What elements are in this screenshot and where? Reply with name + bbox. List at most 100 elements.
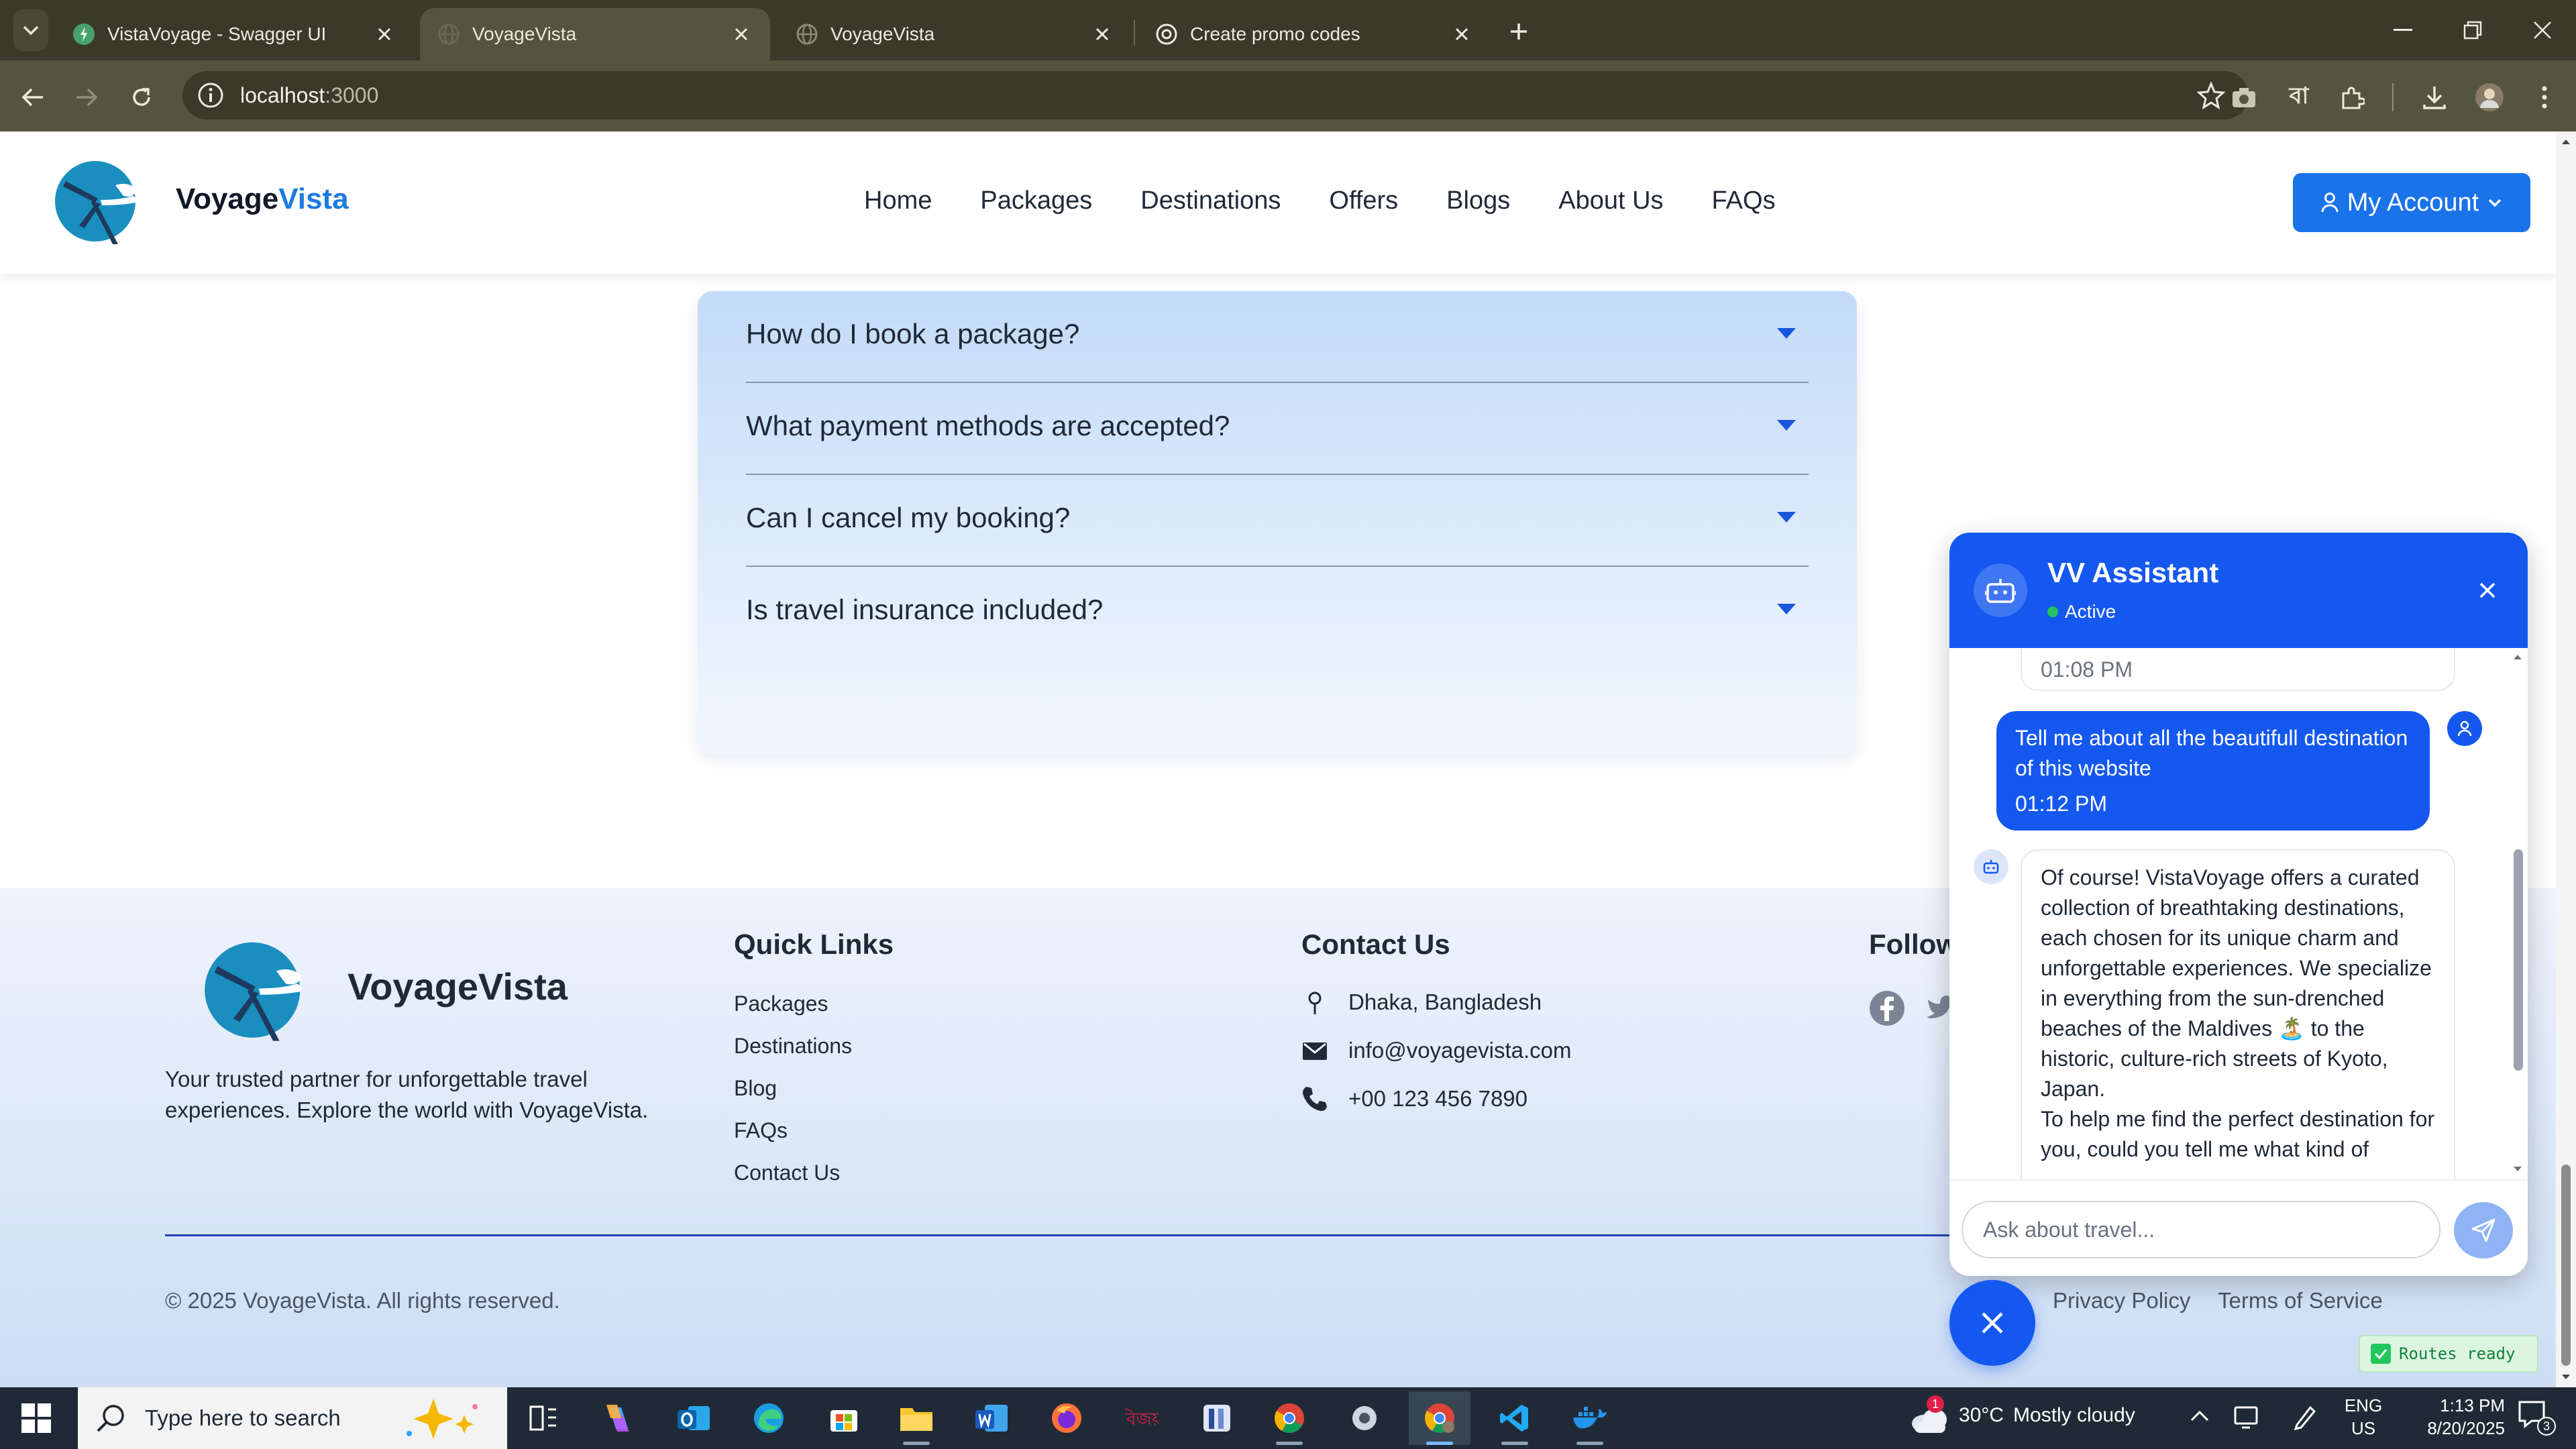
forward-button[interactable] [66, 76, 107, 118]
phone-icon [1303, 1087, 1327, 1112]
tab-voyagevista[interactable]: VoyageVista [778, 8, 1131, 60]
scroll-up-arrow-icon[interactable] [2513, 653, 2522, 660]
taskbar-store[interactable] [813, 1391, 875, 1445]
taskbar-chrome-2-active[interactable] [1409, 1391, 1470, 1445]
taskbar-app-4[interactable] [1186, 1391, 1248, 1445]
chat-messages[interactable]: 01:08 PM Tell me about all the beautiful… [1949, 648, 2528, 1179]
faq-item[interactable]: Can I cancel my booking? [746, 475, 1809, 567]
nav-packages[interactable]: Packages [980, 186, 1092, 215]
close-tab-icon[interactable] [1450, 23, 1473, 46]
copilot-sparkle-icon[interactable] [400, 1395, 487, 1442]
chat-scrollbar[interactable] [2512, 648, 2524, 1179]
voyagevista-logo-icon[interactable] [54, 158, 142, 246]
tab-search-button[interactable] [13, 9, 48, 51]
faq-item[interactable]: Is travel insurance included? [746, 567, 1809, 659]
taskbar-outlook[interactable] [663, 1391, 724, 1445]
chat-message-input[interactable] [1962, 1201, 2440, 1258]
tray-overflow-chevron-icon[interactable] [2190, 1409, 2210, 1422]
edge-icon [754, 1403, 784, 1433]
address-bar[interactable]: localhost:3000 [182, 71, 2249, 119]
close-tab-icon[interactable] [373, 23, 396, 46]
minimize-button[interactable] [2368, 0, 2438, 60]
terms-of-service-link[interactable]: Terms of Service [2218, 1288, 2383, 1313]
taskbar-vscode[interactable] [1484, 1391, 1546, 1445]
back-button[interactable] [12, 76, 54, 118]
nav-offers[interactable]: Offers [1329, 186, 1398, 215]
new-tab-button[interactable] [1500, 15, 1538, 48]
display-icon[interactable] [2233, 1403, 2259, 1430]
caret-down-icon [1777, 420, 1796, 431]
site-brand-name[interactable]: VoyageVista [176, 182, 349, 216]
taskbar-clock[interactable]: 1:13 PM 8/20/2025 [2395, 1394, 2505, 1440]
taskbar-file-explorer[interactable] [885, 1391, 947, 1445]
faq-item[interactable]: What payment methods are accepted? [746, 383, 1809, 475]
firefox-icon [1052, 1403, 1081, 1433]
chat-send-button[interactable] [2454, 1202, 2513, 1258]
envelope-icon [1303, 1042, 1327, 1060]
chat-header: VV Assistant Active [1949, 533, 2528, 648]
faq-accordion: How do I book a package? What payment me… [698, 291, 1857, 754]
bookmark-star-icon[interactable] [2196, 80, 2226, 110]
footer-link-destinations[interactable]: Destinations [734, 1034, 852, 1059]
privacy-policy-link[interactable]: Privacy Policy [2053, 1288, 2190, 1313]
taskbar-bangla-app[interactable]: বিজয় [1111, 1391, 1173, 1445]
tab-swagger[interactable]: VistaVoyage - Swagger UI [55, 8, 413, 60]
language-indicator[interactable]: ENG US [2344, 1394, 2383, 1440]
chat-close-button[interactable] [2471, 574, 2504, 606]
screenshot-extension-button[interactable] [2223, 76, 2265, 118]
nav-faqs[interactable]: FAQs [1712, 186, 1776, 215]
profile-button[interactable] [2469, 76, 2510, 118]
facebook-icon[interactable] [1869, 990, 1905, 1026]
contact-heading: Contact Us [1301, 928, 1450, 960]
bangla-input-extension-button[interactable]: বা [2278, 76, 2320, 118]
reload-button[interactable] [121, 76, 162, 118]
nav-destinations[interactable]: Destinations [1140, 186, 1281, 215]
taskbar-app-6[interactable] [1334, 1391, 1395, 1445]
chat-scrollbar-thumb[interactable] [2514, 849, 2523, 1071]
nav-about-us[interactable]: About Us [1558, 186, 1663, 215]
taskbar-search-box[interactable]: Type here to search [78, 1387, 507, 1449]
browser-menu-button[interactable] [2524, 76, 2565, 118]
cloud-icon: 1 [1909, 1395, 1949, 1436]
footer-link-blog[interactable]: Blog [734, 1076, 777, 1101]
footer-link-faqs[interactable]: FAQs [734, 1118, 788, 1143]
footer-link-packages[interactable]: Packages [734, 991, 828, 1016]
dev-routes-badge: Routes ready [2359, 1335, 2538, 1373]
close-window-button[interactable] [2508, 0, 2576, 60]
task-view-button[interactable] [513, 1391, 574, 1445]
page-scrollbar-thumb[interactable] [2561, 1165, 2571, 1366]
page-scrollbar[interactable] [2556, 131, 2576, 1387]
footer-link-contact-us[interactable]: Contact Us [734, 1161, 840, 1185]
taskbar-docker[interactable] [1559, 1391, 1621, 1445]
site-info-icon[interactable] [196, 80, 225, 110]
extensions-button[interactable] [2332, 76, 2373, 118]
close-tab-icon[interactable] [730, 23, 753, 46]
my-account-button[interactable]: My Account [2293, 173, 2530, 232]
chat-composer [1949, 1179, 2528, 1276]
pen-icon[interactable] [2292, 1403, 2318, 1430]
scroll-up-arrow-icon[interactable] [2561, 138, 2571, 145]
footer-brand-name: VoyageVista [347, 965, 568, 1008]
taskbar-firefox[interactable] [1036, 1391, 1097, 1445]
restore-button[interactable] [2438, 0, 2508, 60]
tab-promo-codes[interactable]: Create promo codes [1138, 8, 1491, 60]
nav-blogs[interactable]: Blogs [1446, 186, 1510, 215]
taskbar-edge[interactable] [738, 1391, 800, 1445]
notification-center-button[interactable]: 3 [2517, 1399, 2556, 1437]
caret-down-icon [1777, 604, 1796, 614]
close-tab-icon[interactable] [1091, 23, 1114, 46]
nav-home[interactable]: Home [864, 186, 932, 215]
taskbar-copilot[interactable] [588, 1391, 649, 1445]
task-view-icon [529, 1405, 556, 1431]
tab-voyagevista-active[interactable]: VoyageVista [420, 8, 770, 60]
scroll-down-arrow-icon[interactable] [2513, 1166, 2522, 1173]
taskbar-word[interactable] [961, 1391, 1022, 1445]
weather-widget[interactable]: 1 30°C Mostly cloudy [1909, 1395, 2135, 1436]
downloads-button[interactable] [2414, 76, 2455, 118]
faq-item[interactable]: How do I book a package? [746, 291, 1809, 383]
windows-start-icon[interactable] [17, 1399, 55, 1437]
main-nav: Home Packages Destinations Offers Blogs … [864, 186, 1824, 215]
chat-toggle-button[interactable] [1949, 1280, 2035, 1366]
scroll-down-arrow-icon[interactable] [2561, 1374, 2571, 1381]
taskbar-chrome-1[interactable] [1258, 1391, 1320, 1445]
